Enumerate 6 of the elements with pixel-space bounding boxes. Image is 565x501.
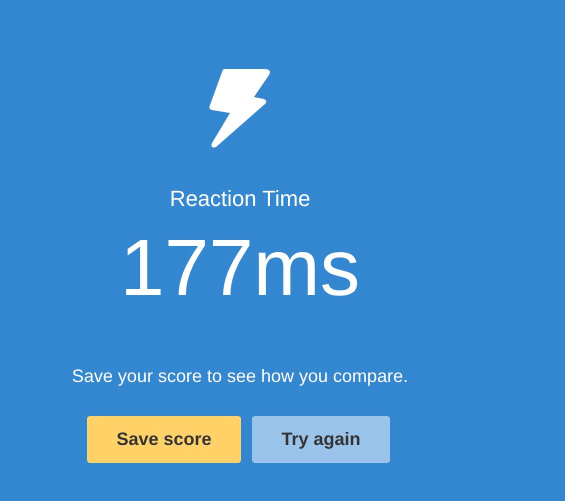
lightning-icon — [208, 67, 272, 149]
retry-button[interactable]: Try again — [252, 416, 390, 464]
save-button[interactable]: Save score — [87, 416, 241, 464]
result-time: 177ms — [120, 223, 360, 312]
message: Save your score to see how you compare. — [72, 366, 408, 386]
title: Reaction Time — [170, 186, 310, 211]
